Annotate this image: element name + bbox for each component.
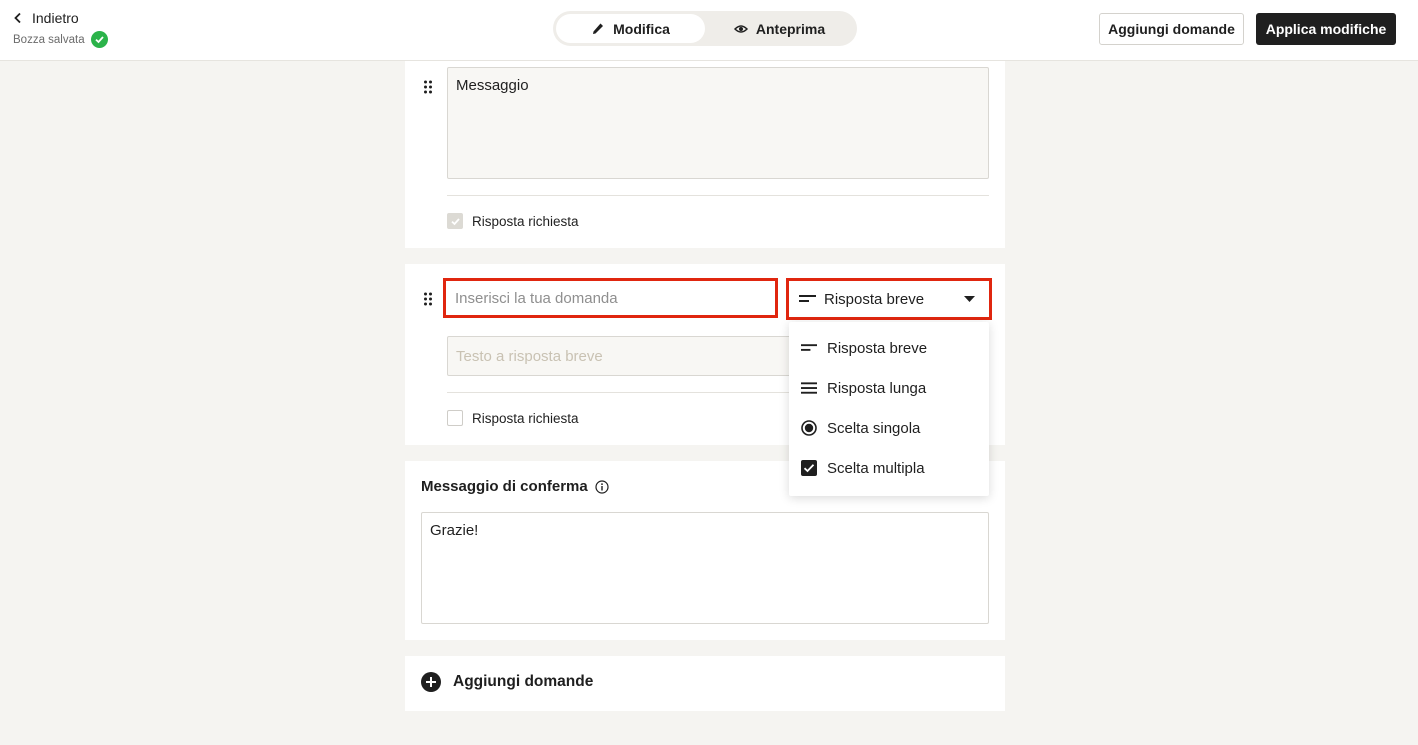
save-status: Bozza salvata	[13, 31, 108, 48]
pencil-icon	[593, 23, 604, 34]
caret-down-icon	[964, 296, 975, 302]
message-question-field[interactable]: Messaggio	[447, 67, 989, 179]
question-type-menu: Risposta breve Risposta lunga Scelta sin…	[789, 322, 989, 496]
tab-preview-label: Anteprima	[755, 20, 826, 37]
required-label: Risposta richiesta	[472, 410, 579, 426]
required-toggle-new[interactable]: Risposta richiesta	[447, 410, 579, 426]
confirmation-message-field[interactable]: Grazie!	[421, 512, 989, 624]
menu-item-label: Risposta breve	[827, 339, 928, 357]
add-questions-button[interactable]: Aggiungi domande	[1099, 13, 1244, 45]
chevron-left-icon	[14, 12, 21, 24]
mode-toggle: Modifica Anteprima	[553, 11, 857, 46]
drag-handle-icon[interactable]	[423, 292, 433, 306]
long-lines-icon	[801, 380, 817, 396]
checkbox-icon[interactable]	[447, 410, 463, 426]
add-questions-link[interactable]: Aggiungi domande	[421, 672, 593, 692]
back-link[interactable]: Indietro	[12, 10, 79, 26]
short-answer-preview: Testo a risposta breve	[447, 336, 807, 376]
confirmation-title-label: Messaggio di conferma	[421, 478, 588, 495]
plus-circle-icon	[421, 672, 441, 692]
divider	[447, 392, 789, 393]
divider	[447, 195, 989, 196]
menu-item-label: Scelta multipla	[827, 459, 925, 477]
menu-item-short-answer[interactable]: Risposta breve	[789, 328, 989, 368]
required-label: Risposta richiesta	[472, 213, 579, 229]
radio-icon	[801, 420, 817, 436]
eye-icon	[733, 24, 748, 33]
question-type-select[interactable]: Risposta breve	[786, 278, 992, 320]
info-icon[interactable]	[595, 479, 609, 494]
add-questions-label: Aggiungi domande	[453, 673, 594, 690]
check-circle-icon	[90, 31, 108, 48]
required-toggle-message[interactable]: Risposta richiesta	[447, 213, 579, 229]
menu-item-single-choice[interactable]: Scelta singola	[789, 408, 989, 448]
question-title-input[interactable]: Inserisci la tua domanda	[443, 278, 778, 318]
tab-edit-label: Modifica	[613, 20, 670, 37]
tab-preview[interactable]: Anteprima	[705, 14, 854, 43]
short-lines-icon	[799, 295, 816, 302]
drag-handle-icon[interactable]	[423, 80, 433, 94]
menu-item-label: Scelta singola	[827, 419, 921, 437]
confirmation-title: Messaggio di conferma	[421, 478, 609, 495]
top-bar: Indietro Bozza salvata Modifica Anteprim…	[0, 0, 1418, 61]
checkbox-icon	[801, 460, 817, 476]
save-status-label: Bozza salvata	[13, 33, 85, 46]
checkbox-icon[interactable]	[447, 213, 463, 229]
apply-changes-button[interactable]: Applica modifiche	[1256, 13, 1396, 45]
menu-item-label: Risposta lunga	[827, 379, 927, 397]
menu-item-multiple-choice[interactable]: Scelta multipla	[789, 448, 989, 488]
back-label: Indietro	[32, 10, 79, 26]
menu-item-long-answer[interactable]: Risposta lunga	[789, 368, 989, 408]
tab-edit[interactable]: Modifica	[556, 14, 705, 43]
short-lines-icon	[801, 340, 817, 356]
question-type-value: Risposta breve	[824, 290, 925, 308]
